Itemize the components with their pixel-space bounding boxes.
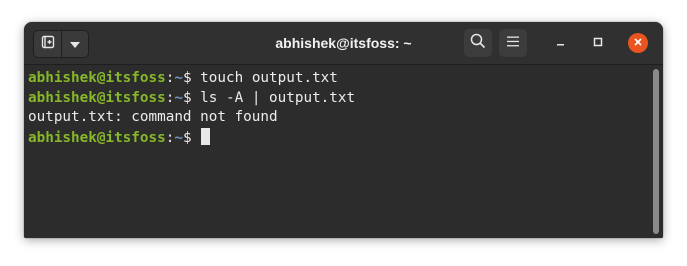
- scrollbar[interactable]: [653, 69, 659, 234]
- terminal-line: output.txt: command not found: [28, 108, 663, 128]
- command-text: ls -A | output.txt: [200, 89, 356, 106]
- minimize-icon: [556, 34, 566, 52]
- command-output: output.txt: command not found: [28, 109, 278, 125]
- close-button[interactable]: [628, 33, 648, 53]
- prompt-dollar: $: [182, 129, 201, 146]
- terminal-line: abhishek@itsfoss:~$ touch output.txt: [28, 69, 663, 89]
- search-icon: [470, 33, 486, 54]
- prompt-path: ~: [174, 89, 183, 106]
- command-text: touch output.txt: [200, 70, 338, 86]
- prompt-dollar: $: [182, 70, 201, 86]
- text-cursor: [201, 127, 211, 145]
- minimize-button[interactable]: [551, 33, 571, 53]
- prompt-user: abhishek@itsfoss: [28, 70, 166, 86]
- prompt-path: ~: [174, 70, 183, 86]
- prompt-path: ~: [174, 129, 183, 146]
- terminal-output[interactable]: abhishek@itsfoss:~$ touch output.txt abh…: [24, 65, 663, 238]
- terminal-window: abhishek@itsfoss: ~ abhishek@itsfoss:~$ …: [24, 22, 663, 238]
- prompt-user: abhishek@itsfoss: [28, 89, 166, 106]
- prompt-dollar: $: [182, 89, 201, 106]
- hamburger-menu-icon: [507, 34, 519, 52]
- maximize-button[interactable]: [588, 33, 608, 53]
- prompt-user: abhishek@itsfoss: [28, 129, 166, 146]
- terminal-line: abhishek@itsfoss:~$ ls -A | output.txt: [28, 89, 663, 109]
- title-bar: abhishek@itsfoss: ~: [24, 22, 663, 65]
- menu-button[interactable]: [499, 29, 527, 57]
- maximize-icon: [593, 34, 603, 52]
- search-button[interactable]: [464, 29, 492, 57]
- terminal-line: abhishek@itsfoss:~$: [28, 127, 663, 148]
- close-icon: [633, 34, 643, 52]
